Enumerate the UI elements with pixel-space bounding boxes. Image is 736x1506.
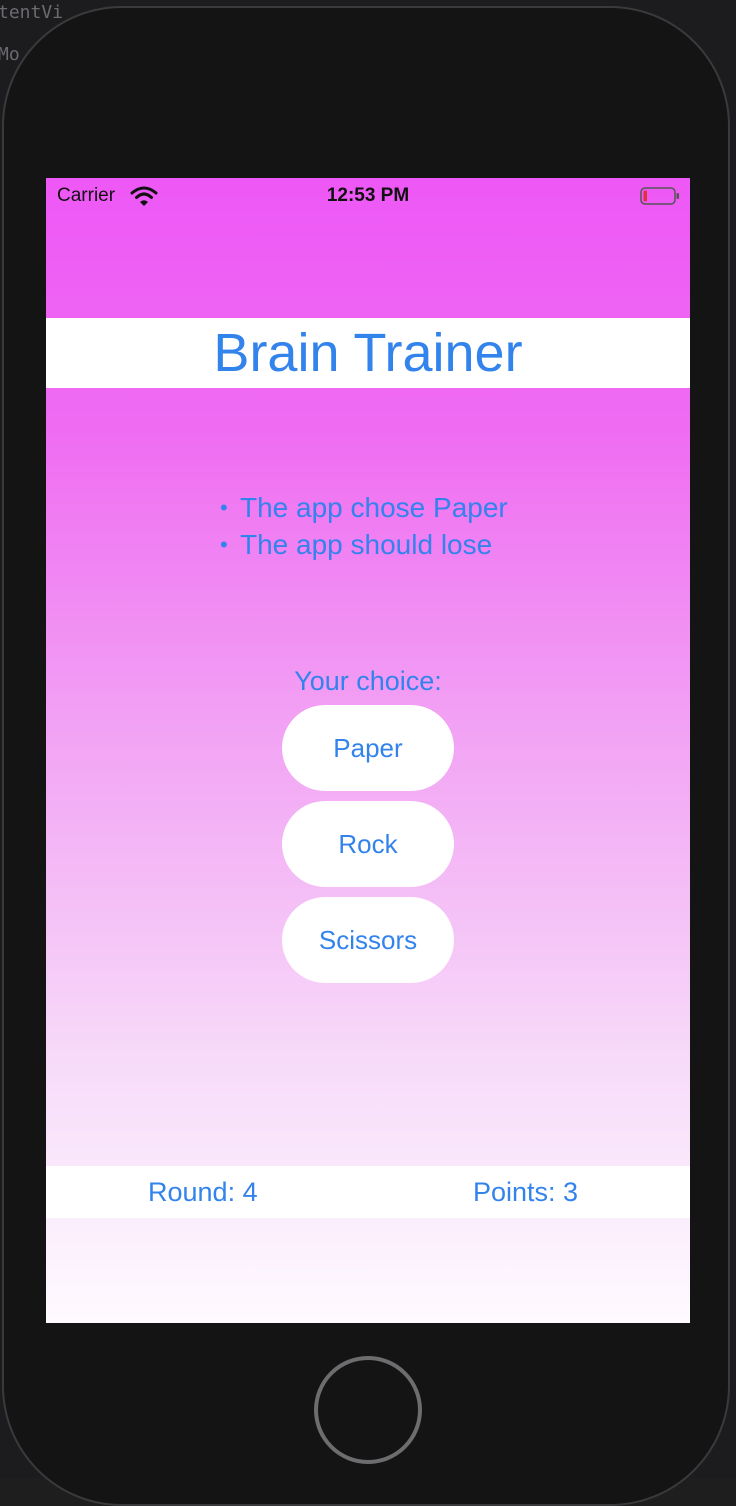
app-goal-info: The app should lose [220, 527, 508, 564]
app-screen: Carrier 12:53 PM Brain Trainer The app c… [46, 178, 690, 1323]
title-bar: Brain Trainer [46, 318, 690, 388]
battery-low-icon [640, 187, 679, 205]
scissors-button[interactable]: Scissors [282, 897, 454, 983]
game-info-list: The app chose Paper The app should lose [220, 490, 508, 564]
status-time: 12:53 PM [326, 185, 410, 206]
points-counter: Points: 3 [473, 1177, 579, 1207]
app-choice-info: The app chose Paper [220, 490, 508, 527]
ide-code-fragment: Mo [0, 44, 20, 65]
score-bar: Round: 4 Points: 3 [46, 1166, 690, 1218]
home-button[interactable] [314, 1356, 422, 1464]
choice-label: Your choice: [294, 666, 442, 696]
app-title: Brain Trainer [213, 323, 523, 383]
round-counter: Round: 4 [148, 1177, 258, 1207]
ide-code-fragment: tentVi [0, 2, 64, 23]
paper-button[interactable]: Paper [282, 705, 454, 791]
status-bar: Carrier 12:53 PM [46, 178, 690, 214]
rock-button[interactable]: Rock [282, 801, 454, 887]
